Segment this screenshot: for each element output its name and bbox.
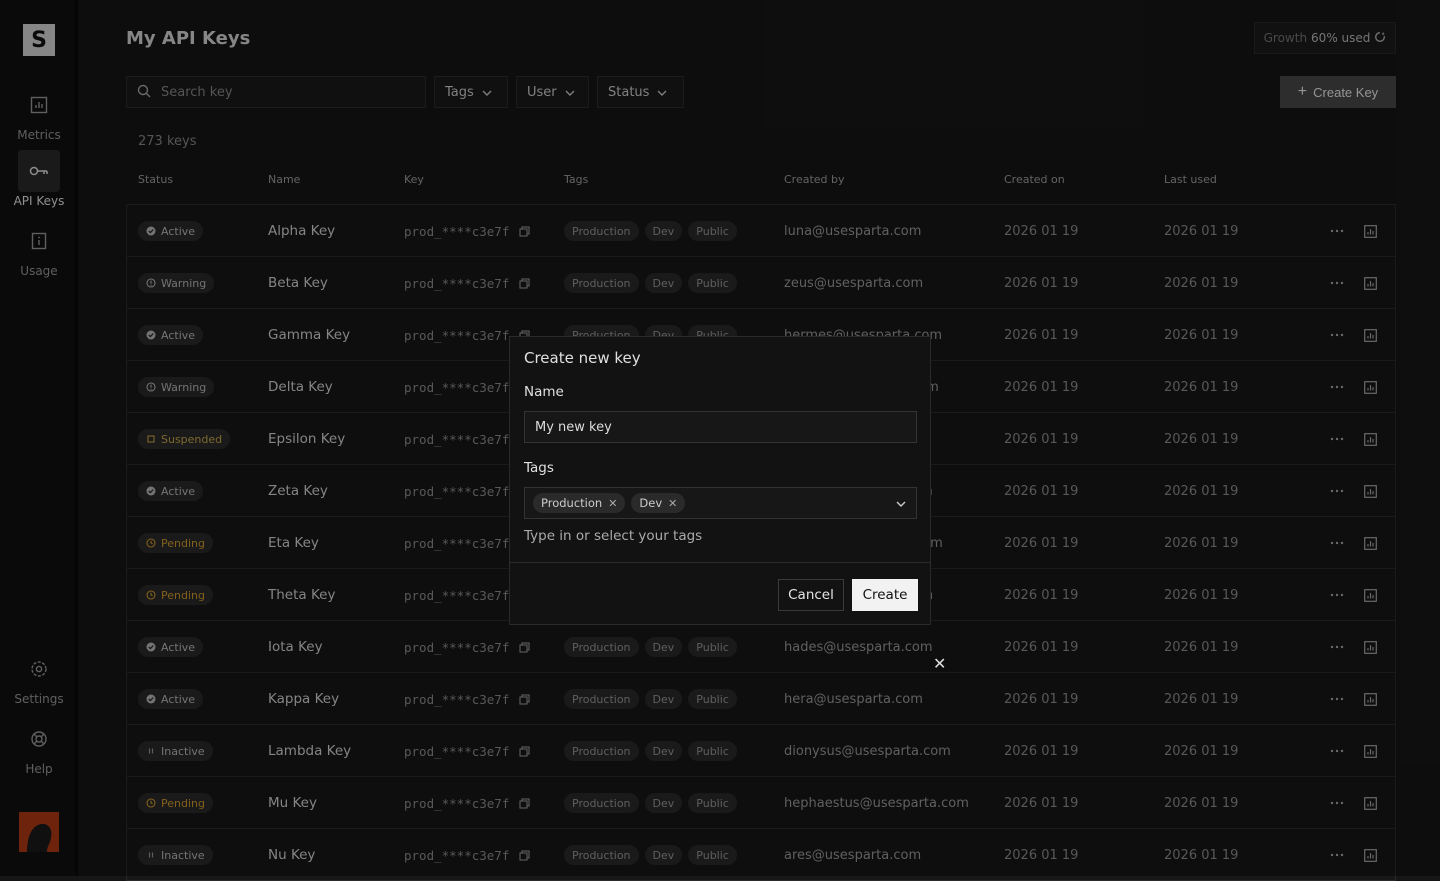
chip-label: Dev bbox=[639, 496, 663, 510]
selected-tag-chip: Dev ✕ bbox=[631, 493, 686, 513]
cancel-button[interactable]: Cancel bbox=[778, 579, 844, 611]
name-label: Name bbox=[524, 384, 564, 400]
dialog-divider bbox=[510, 562, 930, 563]
close-icon[interactable]: ✕ bbox=[933, 654, 946, 673]
chevron-down-icon[interactable] bbox=[896, 496, 906, 515]
tags-select[interactable]: Production ✕ Dev ✕ bbox=[524, 487, 917, 519]
tags-label: Tags bbox=[524, 460, 554, 476]
key-name-input[interactable] bbox=[524, 411, 917, 443]
selected-tag-chip: Production ✕ bbox=[533, 493, 626, 513]
tags-hint: Type in or select your tags bbox=[524, 528, 703, 544]
create-key-dialog: Create new key Name Tags Production ✕ De… bbox=[509, 336, 931, 625]
chip-label: Production bbox=[541, 496, 603, 510]
remove-tag-icon[interactable]: ✕ bbox=[668, 497, 677, 510]
dialog-title: Create new key bbox=[524, 349, 641, 367]
remove-tag-icon[interactable]: ✕ bbox=[608, 497, 617, 510]
create-button[interactable]: Create bbox=[852, 579, 918, 611]
